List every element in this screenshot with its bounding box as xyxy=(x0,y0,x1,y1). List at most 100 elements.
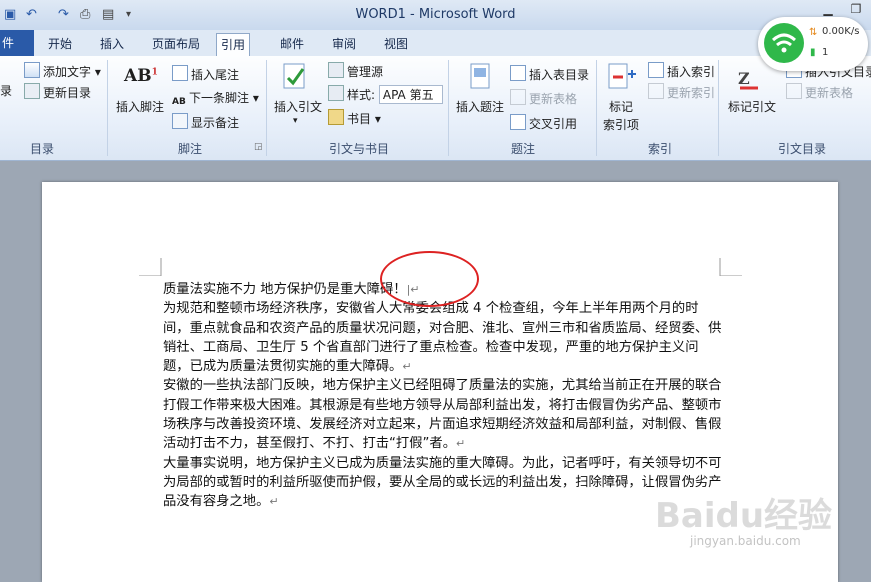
bibliography-icon xyxy=(328,109,344,125)
group-divider xyxy=(718,60,719,156)
style-dropdown[interactable]: APA 第五 xyxy=(378,85,443,104)
device-icon: ▮ xyxy=(810,47,816,58)
tab-mailings[interactable]: 邮件 xyxy=(276,33,308,55)
tab-home[interactable]: 开始 xyxy=(44,33,76,55)
style-selector[interactable]: 样式: APA 第五 xyxy=(328,85,443,104)
table-of-figures-icon xyxy=(510,65,526,81)
update-toc-icon xyxy=(24,83,40,99)
device-count: 1 xyxy=(822,47,829,58)
update-toc-label: 更新目录 xyxy=(43,86,92,100)
wifi-icon xyxy=(764,23,804,63)
title-bar: ▣ ↶ ↷ ⎙ ▤ ▾ WORD1 - Microsoft Word ▁ ❐ xyxy=(0,0,871,30)
next-footnote-icon: AB xyxy=(172,97,186,107)
margin-corner-top-left xyxy=(139,258,162,276)
insert-caption-label[interactable]: 插入题注 xyxy=(456,98,504,115)
ribbon: 录 添加文字 ▾ 更新目录 目录 AB1 插入脚注 插入尾注 AB 下一条脚注 ▾… xyxy=(0,56,871,161)
cross-reference-button[interactable]: 交叉引用 xyxy=(510,114,577,132)
mark-entry-icon[interactable] xyxy=(606,62,636,92)
update-table-button[interactable]: 更新表格 xyxy=(510,89,577,107)
tab-view[interactable]: 视图 xyxy=(380,33,412,55)
mark-citation-icon[interactable]: Z xyxy=(736,64,766,94)
window-title: WORD1 - Microsoft Word xyxy=(355,7,516,22)
document-paragraph-text: 安徽的一些执法部门反映，地方保护主义已经阻碍了质量法的实施，尤其给当前正在开展的… xyxy=(163,378,722,452)
update-index-label: 更新索引 xyxy=(667,86,716,100)
update-toa-icon xyxy=(786,83,802,99)
next-footnote-label: 下一条脚注 xyxy=(189,91,250,105)
update-toc-button[interactable]: 更新目录 xyxy=(24,83,91,101)
document-title-text: 质量法实施不力 地方保护仍是重大障碍！ xyxy=(163,282,407,297)
tab-page-layout[interactable]: 页面布局 xyxy=(148,33,204,55)
insert-footnote-icon-text: AB xyxy=(124,66,152,86)
insert-footnote-label[interactable]: 插入脚注 xyxy=(116,98,164,115)
group-divider xyxy=(448,60,449,156)
svg-text:Z: Z xyxy=(738,69,750,88)
insert-caption-icon[interactable] xyxy=(466,62,496,92)
insert-table-of-figures-button[interactable]: 插入表目录 xyxy=(510,65,589,83)
document-paragraph[interactable]: 安徽的一些执法部门反映，地方保护主义已经阻碍了质量法的实施，尤其给当前正在开展的… xyxy=(163,376,723,453)
insert-index-button[interactable]: 插入索引 xyxy=(648,62,715,80)
tab-insert[interactable]: 插入 xyxy=(96,33,128,55)
group-label-toa: 引文目录 xyxy=(777,142,826,156)
update-table-icon xyxy=(510,89,526,105)
update-toa-label: 更新表格 xyxy=(805,86,854,100)
cross-reference-icon xyxy=(510,114,526,130)
network-speed: 0.00K/s xyxy=(822,26,860,37)
update-table-label: 更新表格 xyxy=(529,92,578,106)
update-toa-button[interactable]: 更新表格 xyxy=(786,83,853,101)
group-label-index: 索引 xyxy=(647,142,672,156)
paragraph-mark: ↵ xyxy=(456,437,466,451)
bibliography-button[interactable]: 书目 ▾ xyxy=(328,109,381,127)
add-text-button[interactable]: 添加文字 ▾ xyxy=(24,62,101,80)
insert-citation-label[interactable]: 插入引文 xyxy=(274,98,322,115)
insert-endnote-button[interactable]: 插入尾注 xyxy=(172,65,239,83)
paragraph-mark: ↵ xyxy=(269,495,279,509)
ribbon-tabs: 件 开始 插入 页面布局 引用 邮件 审阅 视图 xyxy=(0,30,871,58)
group-label-captions: 题注 xyxy=(510,142,535,156)
mark-entry-label-2[interactable]: 索引项 xyxy=(603,116,639,133)
show-notes-button[interactable]: 显示备注 xyxy=(172,113,239,131)
insert-footnote-icon[interactable]: AB1 xyxy=(124,66,158,86)
cross-reference-label: 交叉引用 xyxy=(529,117,578,131)
style-icon xyxy=(328,85,344,101)
insert-citation-chevron-icon[interactable]: ▾ xyxy=(293,116,298,126)
document-paragraph-text: 大量事实说明，地方保护主义已成为质量法实施的重大障碍。为此，记者呼吁，有关领导切… xyxy=(163,455,722,510)
show-notes-icon xyxy=(172,113,188,129)
watermark-logo: Baidu经验 xyxy=(655,496,833,536)
manage-sources-label: 管理源 xyxy=(347,65,384,79)
mark-entry-label-1[interactable]: 标记 xyxy=(609,98,633,115)
tab-file[interactable]: 件 xyxy=(0,30,34,56)
group-label-citations: 引文与书目 xyxy=(328,142,389,156)
watermark-url: jingyan.baidu.com xyxy=(690,534,801,548)
group-label-footnotes: 脚注 xyxy=(177,142,202,156)
group-divider xyxy=(266,60,267,156)
toc-button-partial[interactable]: 录 xyxy=(0,82,12,99)
style-label: 样式: xyxy=(347,88,376,102)
update-index-button[interactable]: 更新索引 xyxy=(648,83,715,101)
footnote-dialog-launcher-icon[interactable]: ◲ xyxy=(254,142,263,152)
insert-table-of-figures-label: 插入表目录 xyxy=(529,68,590,82)
insert-index-icon xyxy=(648,62,664,78)
manage-sources-button[interactable]: 管理源 xyxy=(328,62,383,80)
tab-review[interactable]: 审阅 xyxy=(328,33,360,55)
update-index-icon xyxy=(648,83,664,99)
manage-sources-icon xyxy=(328,62,344,78)
next-footnote-button[interactable]: AB 下一条脚注 ▾ xyxy=(172,89,259,111)
show-notes-label: 显示备注 xyxy=(191,116,240,130)
group-label-toc: 目录 xyxy=(29,142,54,156)
document-body[interactable]: 质量法实施不力 地方保护仍是重大障碍！|↵ 为规范和整顿市场经济秩序，安徽省人大… xyxy=(163,280,723,512)
bibliography-label: 书目 xyxy=(347,112,372,126)
insert-endnote-icon xyxy=(172,65,188,81)
insert-citation-icon[interactable] xyxy=(280,62,310,92)
document-paragraph[interactable]: 为规范和整顿市场经济秩序，安徽省人大常委会组成 4 个检查组，今年上半年用两个月… xyxy=(163,299,723,376)
group-divider xyxy=(107,60,108,156)
tab-references[interactable]: 引用 xyxy=(216,33,251,58)
mark-citation-label[interactable]: 标记引文 xyxy=(728,98,776,115)
group-divider xyxy=(596,60,597,156)
transfer-arrows-icon: ⇅ xyxy=(809,27,818,38)
annotation-circle xyxy=(380,251,479,307)
network-widget[interactable]: ⇅ 0.00K/s ▮ 1 xyxy=(758,17,868,71)
document-paragraph-text: 为规范和整顿市场经济秩序，安徽省人大常委会组成 4 个检查组，今年上半年用两个月… xyxy=(163,301,722,375)
insert-index-label: 插入索引 xyxy=(667,65,716,79)
document-paragraph[interactable]: 大量事实说明，地方保护主义已成为质量法实施的重大障碍。为此，记者呼吁，有关领导切… xyxy=(163,454,723,512)
margin-corner-top-right xyxy=(719,258,742,276)
